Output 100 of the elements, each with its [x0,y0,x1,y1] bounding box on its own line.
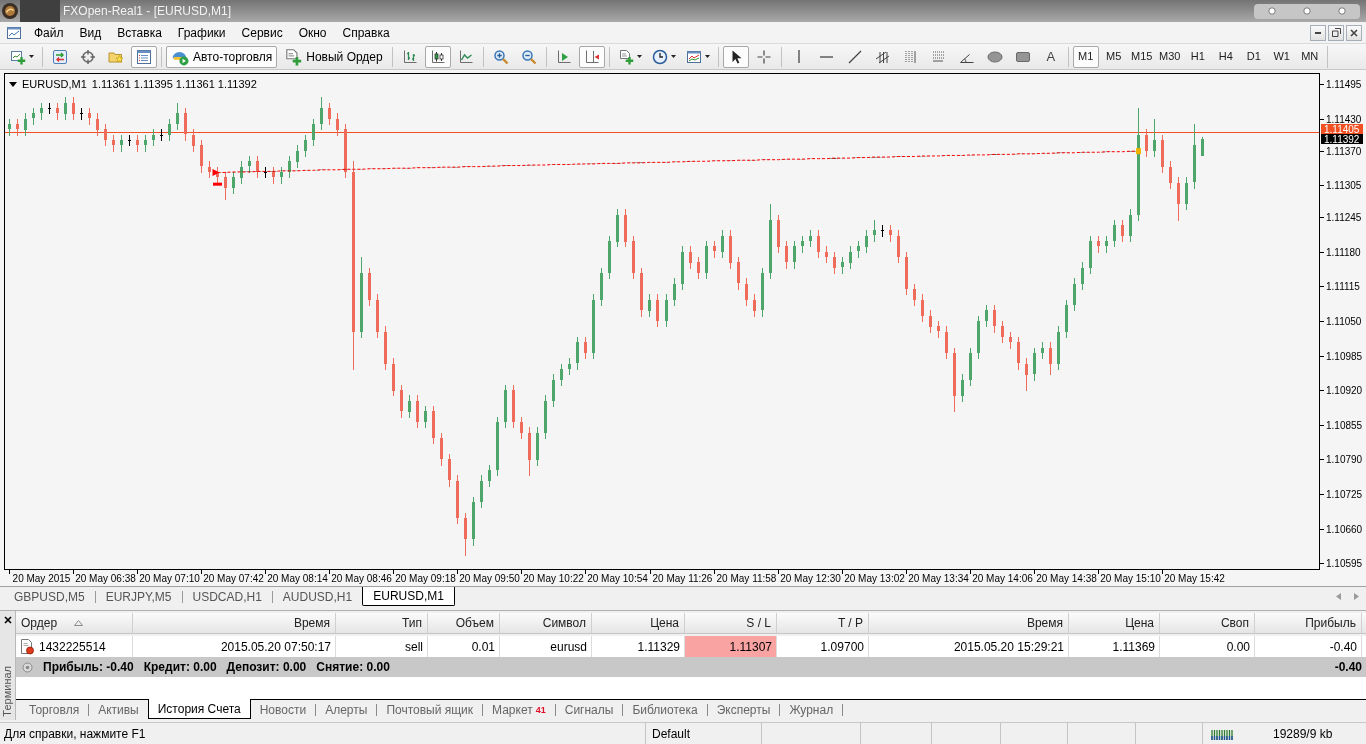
menu-item[interactable]: Графики [169,22,234,43]
candle-wick [946,325,947,360]
terminal-tab[interactable]: Новости [250,700,316,719]
candle-body [745,284,748,300]
chart-tab[interactable]: GBPUSD,M5 [4,587,95,606]
column-header[interactable]: Время [869,613,1069,633]
window-button[interactable] [1336,5,1348,17]
timeframe-button[interactable]: H1 [1184,45,1211,68]
text-tool-button[interactable]: A [1037,45,1064,68]
candle-wick [401,384,402,419]
close-button[interactable] [1,614,14,626]
candlestick-button[interactable] [424,45,451,68]
candle-body [488,470,491,481]
column-header[interactable]: Прибыль [1255,613,1362,633]
menu-item[interactable]: Вид [71,22,110,43]
menu-item[interactable]: Файл [26,22,72,43]
column-header[interactable]: Цена [1069,613,1160,633]
time-tick-label: 20 May 09:18 [395,573,456,584]
close-button[interactable] [1346,24,1362,41]
column-header[interactable]: S / L [685,613,777,633]
candle-wick [489,464,490,488]
terminal-tab[interactable]: Торговля [20,700,89,719]
candle-wick [577,336,578,371]
timeframe-button[interactable]: M5 [1100,45,1127,68]
candle-body [464,518,467,539]
chart-plus-icon [10,48,26,65]
candle-body [104,129,107,140]
candle-body [1049,348,1052,364]
terminal-tab[interactable]: Алерты [316,700,377,719]
menu-item[interactable]: Справка [334,22,398,43]
timeframe-button[interactable]: M1 [1072,45,1099,68]
caret-icon [704,55,710,58]
candle-wick [874,219,875,243]
crosshair-circle-icon [80,48,96,65]
terminal-tab[interactable]: Сигналы [555,700,623,719]
candle-body [665,300,668,321]
candle-body [480,481,483,502]
menu-item[interactable]: Сервис [233,22,291,43]
candle-wick [441,432,442,467]
terminal-tab[interactable]: Эксперты [707,700,780,719]
candle-wick [169,118,170,142]
axis-arrow-icon [555,48,572,65]
candle-wick [674,277,675,307]
summary-item: Депозит: 0.00 [226,659,307,676]
timeframe-button[interactable]: D1 [1240,45,1267,68]
terminal-tab[interactable]: История Счета [147,699,251,719]
scroll-left-button[interactable] [1334,592,1342,601]
new-order-button[interactable]: Новый Ордер [279,45,388,68]
column-header[interactable]: Цена [592,613,685,633]
candle-wick [481,474,482,509]
column-header[interactable]: Время [133,613,336,633]
circle-icon [1267,7,1276,15]
column-header[interactable]: Символ [500,613,592,633]
terminal-button[interactable] [131,45,157,68]
scroll-right-button[interactable] [1352,592,1360,601]
time-tick-label: 20 May 07:42 [203,573,264,584]
menu-item[interactable]: Окно [290,22,335,43]
candle-wick [305,134,306,158]
terminal-tab[interactable]: Журнал [780,700,843,719]
terminal-tab[interactable]: Почтовый ящик [377,700,483,719]
time-tick-label: 20 May 08:46 [331,573,392,584]
timeframe-button[interactable]: W1 [1268,45,1295,68]
chart-tab[interactable]: AUDUSD,H1 [272,587,363,606]
timeframe-button[interactable]: MN [1296,45,1323,68]
column-header[interactable]: Объем [428,613,500,633]
timeframe-button[interactable]: M15 [1128,45,1155,68]
timeframe-button[interactable]: H4 [1212,45,1239,68]
column-header[interactable]: Ордер [16,613,133,633]
summary-item: Кредит: 0.00 [143,659,217,676]
cursor-button[interactable] [722,45,749,68]
window-button[interactable] [1301,5,1313,17]
terminal-tab[interactable]: Маркет 41 [483,700,555,719]
terminal-tab[interactable]: Активы [89,700,148,719]
chart-shift-button[interactable] [578,45,605,68]
restore-button[interactable] [1328,24,1344,41]
chart-tab[interactable]: EURJPY,M5 [95,587,182,606]
candle-wick [49,102,50,115]
time-tick-label: 20 May 09:50 [459,573,520,584]
timeframe-button[interactable]: M30 [1156,45,1183,68]
column-header[interactable]: Своп [1160,613,1255,633]
candle-wick [962,373,963,403]
app-icon [1,2,19,20]
time-tick-label: 20 May 08:14 [267,573,328,584]
column-header[interactable]: Тип [336,613,428,633]
menu-item[interactable]: Вставка [109,22,170,43]
candle-wick [1082,261,1083,291]
terminal-tab[interactable]: Библиотека [623,700,707,719]
candlestick-icon [429,48,446,65]
candle-body [1161,140,1164,167]
candle-body [176,113,179,124]
crosshair-icon [755,48,772,65]
auto-trading-button[interactable]: Авто-торговля [166,45,278,68]
price-tick-label: 1.11245 [1326,212,1362,223]
column-header[interactable]: T / P [777,613,869,633]
window-button[interactable] [1266,5,1278,17]
chart-tab[interactable]: USDCAD,H1 [182,587,272,606]
candle-body [1121,225,1124,236]
minimize-button[interactable] [1310,24,1326,41]
candle-body [825,252,828,257]
chart-tab[interactable]: EURUSD,M1 [362,587,455,606]
